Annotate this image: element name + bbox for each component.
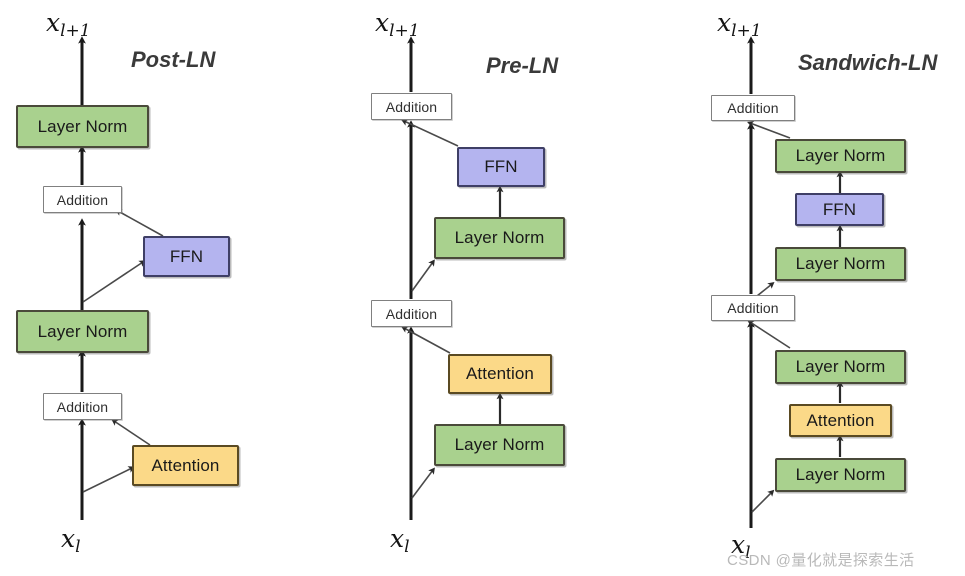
post-ln-attention[interactable]: Attention [132, 445, 239, 486]
pre-ln-attention[interactable]: Attention [448, 354, 552, 394]
sandwich-ln-layer-norm-3[interactable]: Layer Norm [775, 247, 906, 281]
block-label: Addition [727, 100, 779, 116]
block-label: Layer Norm [37, 321, 128, 341]
sandwich-ln-ffn[interactable]: FFN [795, 193, 884, 226]
sandwich-ln-addition-2[interactable]: Addition [711, 95, 795, 121]
block-label: Attention [151, 455, 220, 475]
block-label: FFN [822, 199, 857, 219]
sandwich-ln-addition-1[interactable]: Addition [711, 295, 795, 321]
pre-ln-layer-norm-1[interactable]: Layer Norm [434, 424, 565, 466]
block-label: Addition [56, 191, 109, 208]
block-label: Layer Norm [795, 357, 886, 376]
pre-ln-layer-norm-2[interactable]: Layer Norm [434, 217, 565, 259]
sandwich-ln-layer-norm-4[interactable]: Layer Norm [775, 139, 906, 173]
block-label: FFN [484, 157, 518, 176]
block-label: Attention [806, 410, 875, 430]
block-label: Addition [385, 98, 438, 115]
post-ln-addition-2[interactable]: Addition [43, 186, 122, 213]
post-ln-title: Post-LN [131, 47, 216, 72]
block-label: Layer Norm [37, 116, 128, 136]
csdn-watermark: CSDN @量化就是探索生活 [727, 552, 915, 569]
block-label: Attention [465, 364, 534, 383]
post-ln-layer-norm-1[interactable]: Layer Norm [16, 310, 149, 353]
post-ln-layer-norm-2[interactable]: Layer Norm [16, 105, 149, 148]
post-ln-ffn[interactable]: FFN [143, 236, 230, 277]
block-label: Layer Norm [454, 435, 545, 454]
sandwich-ln-output-label: xl+1 [717, 8, 762, 41]
pre-ln-addition-2[interactable]: Addition [371, 93, 452, 120]
block-label: Layer Norm [795, 465, 886, 484]
block-label: Addition [727, 300, 779, 316]
sandwich-ln-layer-norm-2[interactable]: Layer Norm [775, 350, 906, 384]
sandwich-ln-layer-norm-1[interactable]: Layer Norm [775, 458, 906, 492]
post-ln-input-label: xl [61, 524, 81, 557]
sandwich-ln-title: Sandwich-LN [798, 50, 938, 75]
block-label: FFN [169, 246, 204, 266]
block-label: Layer Norm [454, 228, 545, 247]
pre-ln-ffn[interactable]: FFN [457, 147, 545, 187]
block-label: Addition [56, 398, 109, 415]
pre-ln-title: Pre-LN [486, 53, 559, 78]
ln-variants-figure: xl+1 Post-LN Layer Norm Addition FFN Lay… [0, 0, 965, 576]
block-label: Addition [385, 305, 438, 322]
sandwich-ln-attention[interactable]: Attention [789, 404, 892, 437]
post-ln-addition-1[interactable]: Addition [43, 393, 122, 420]
pre-ln-output-label: xl+1 [375, 8, 420, 41]
post-ln-output-label: xl+1 [46, 8, 91, 41]
pre-ln-addition-1[interactable]: Addition [371, 300, 452, 327]
block-label: Layer Norm [795, 254, 886, 273]
pre-ln-input-label: xl [390, 524, 410, 557]
block-label: Layer Norm [795, 146, 886, 165]
